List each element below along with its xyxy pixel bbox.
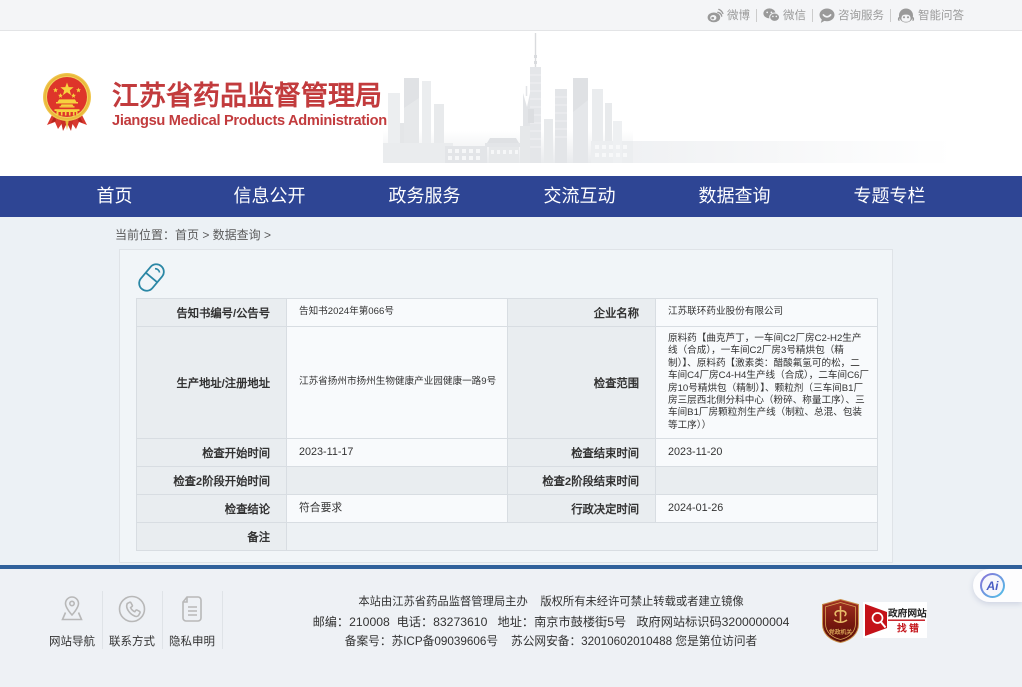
svg-text:找错: 找错	[897, 622, 921, 635]
svg-text:党政机关: 党政机关	[829, 628, 852, 636]
svg-text:政府网站: 政府网站	[888, 607, 927, 620]
